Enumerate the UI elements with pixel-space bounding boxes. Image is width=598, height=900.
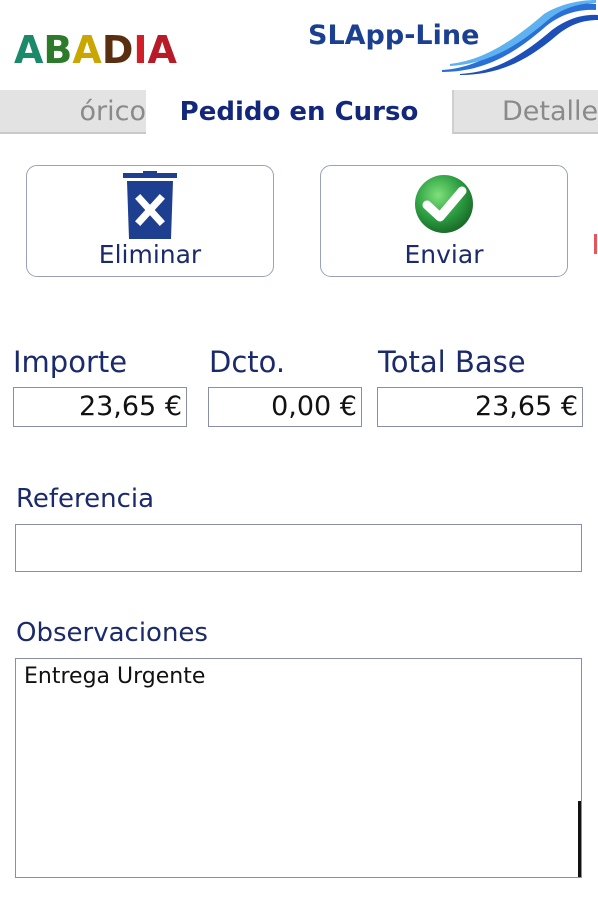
tab-pedido-en-curso[interactable]: Pedido en Curso [148,90,450,134]
tab-historico-label: órico [79,95,147,127]
abadia-logo-letter: D [101,28,134,72]
abadia-logo-letter: I [133,28,148,72]
checkmark-icon [415,175,473,233]
observaciones-text: Entrega Urgente [24,664,206,689]
trash-icon [123,171,177,239]
referencia-input[interactable] [15,524,582,572]
observaciones-label: Observaciones [16,618,208,648]
send-button[interactable]: Enviar [320,165,568,277]
tab-detalle-label: Detalle [502,95,598,127]
tab-bar: órico Pedido en Curso Detalle [0,88,598,138]
delete-button-label: Eliminar [98,240,202,269]
importe-value: 23,65 € [13,387,187,427]
tab-historico[interactable]: órico [0,90,146,134]
dcto-value: 0,00 € [208,387,362,427]
abadia-logo-letter: A [147,28,177,72]
tab-pedido-en-curso-label: Pedido en Curso [179,97,419,127]
observaciones-textarea[interactable]: Entrega Urgente [15,658,582,878]
abadia-logo-letter: A [14,28,44,72]
total-base-value: 23,65 € [377,387,583,427]
swoosh-logo-icon [442,0,598,75]
importe-label: Importe [13,345,128,379]
edge-marker [594,234,597,254]
abadia-logo-letter: B [43,28,73,72]
referencia-label: Referencia [16,484,155,514]
dcto-label: Dcto. [209,345,286,379]
total-base-label: Total Base [378,345,526,379]
app-header: ABADIA SLApp-Line [0,0,598,88]
abadia-logo-letter: A [72,28,102,72]
delete-button[interactable]: Eliminar [26,165,274,277]
scrollbar-thumb[interactable] [578,801,581,877]
tab-detalle[interactable]: Detalle [452,90,598,134]
abadia-logo: ABADIA [14,28,177,72]
send-button-label: Enviar [404,240,484,269]
